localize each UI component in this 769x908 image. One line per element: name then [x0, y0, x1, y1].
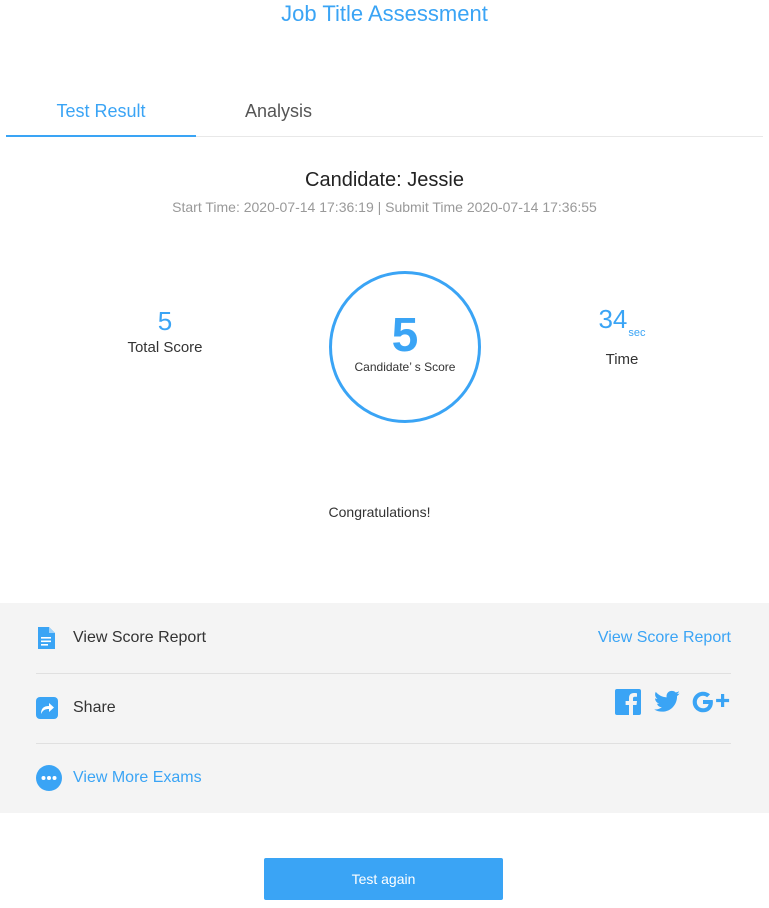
candidate-score-ring: 5 Candidate’ s Score: [329, 271, 481, 423]
candidate-score-label: Candidate’ s Score: [354, 360, 456, 374]
total-score-label: Total Score: [127, 339, 203, 356]
test-again-button[interactable]: Test again: [264, 858, 503, 900]
candidate-score-value: 5: [391, 309, 419, 362]
tab-bar: Test Result Analysis: [6, 88, 763, 137]
score-report-label: View Score Report: [73, 629, 207, 646]
total-score-value: 5: [157, 306, 173, 336]
actions-panel: View Score Report View Score Report Shar…: [0, 603, 769, 813]
social-links: [608, 688, 731, 716]
document-icon: [36, 627, 58, 649]
total-score-stat: 5 Total Score: [105, 305, 225, 356]
test-times: Start Time: 2020-07-14 17:36:19 | Submit…: [172, 199, 597, 215]
share-label: Share: [73, 699, 116, 716]
twitter-icon[interactable]: [653, 688, 681, 716]
candidate-heading: Candidate: Jessie: [305, 169, 464, 191]
google-plus-icon[interactable]: [691, 688, 731, 716]
facebook-icon[interactable]: [614, 688, 642, 716]
time-stat: 34sec Time: [562, 303, 682, 368]
view-more-exams-link[interactable]: View More Exams: [73, 743, 202, 813]
share-row: Share: [36, 673, 731, 744]
time-value: 34: [598, 304, 628, 334]
more-dots-icon: [36, 765, 62, 791]
score-report-row: View Score Report View Score Report: [36, 603, 731, 674]
tab-test-result[interactable]: Test Result: [6, 88, 196, 137]
result-message: Congratulations!: [328, 504, 431, 520]
page-title: Job Title Assessment: [281, 1, 488, 26]
tab-analysis[interactable]: Analysis: [196, 88, 361, 135]
more-exams-row[interactable]: View More Exams: [36, 743, 731, 813]
share-icon: [36, 697, 58, 719]
time-unit: sec: [628, 327, 646, 339]
view-score-report-link[interactable]: View Score Report: [598, 603, 731, 673]
time-label: Time: [605, 351, 639, 368]
